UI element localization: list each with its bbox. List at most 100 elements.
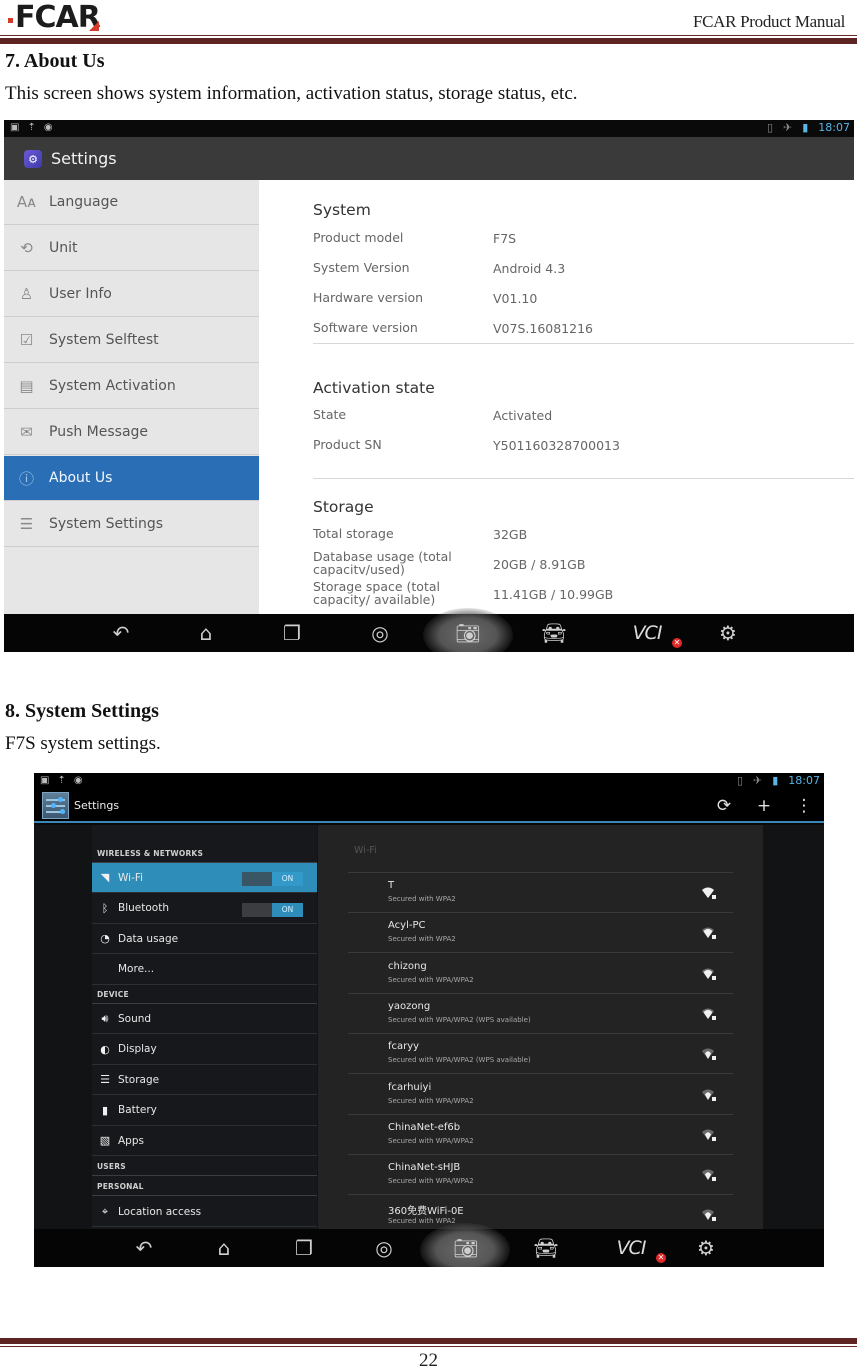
wifi-toggle[interactable]: ON (242, 872, 303, 886)
sidebar-item-label: Push Message (49, 424, 149, 440)
settings-body: WIRELESS & NETWORKS ◥ Wi-Fi ON ᛒ Bluetooth ON ◔… (34, 825, 824, 1236)
recent-apps-button[interactable]: ❐ (284, 1229, 324, 1267)
settings-item-bluetooth[interactable]: ᛒ Bluetooth ON (92, 894, 317, 924)
settings-item-location-access[interactable]: ⌖ Location access (92, 1197, 317, 1227)
sidebar-item-user-info[interactable]: ♙ User Info (4, 272, 259, 317)
airplane-icon: ✈ (783, 121, 793, 134)
settings-item-apps[interactable]: ▧ Apps (92, 1126, 317, 1156)
settings-item-label: Sound (118, 1012, 152, 1025)
home-button[interactable]: ⌂ (186, 614, 226, 652)
wifi-signal-lock-icon (702, 1129, 716, 1141)
settings-item-label: Display (118, 1043, 157, 1055)
sidebar-item-push-message[interactable]: ✉ Push Message (4, 410, 259, 455)
network-ssid: chizong (388, 960, 427, 972)
car-icon: 🚘︎ (541, 621, 567, 645)
settings-item-sound[interactable]: 🔊︎ Sound (92, 1004, 317, 1034)
vci-button[interactable]: VCI ✕ (622, 614, 682, 652)
divider (92, 1195, 317, 1196)
settings-item-label: Bluetooth (118, 902, 169, 914)
settings-gear-button[interactable]: ⚙ (686, 1229, 726, 1267)
settings-item-data-usage[interactable]: ◔ Data usage (92, 924, 317, 954)
add-icon[interactable]: + (744, 796, 784, 816)
browser-button[interactable]: ◎ (360, 614, 400, 652)
back-button[interactable]: ↶ (124, 1229, 164, 1267)
network-ssid: ChinaNet-sHJB (388, 1162, 461, 1174)
settings-item-label: Wi-Fi (118, 871, 144, 884)
recent-apps-button[interactable]: ❐ (272, 614, 312, 652)
sidebar-item-label: About Us (49, 470, 113, 486)
sidebar-item-unit[interactable]: ⟲ Unit (4, 226, 259, 271)
wifi-signal-lock-icon (702, 1008, 716, 1020)
bluetooth-toggle[interactable]: ON (242, 902, 303, 917)
section-8-heading: 8. System Settings (5, 700, 159, 722)
activation-icon: ▤ (19, 377, 34, 395)
settings-item-wi-fi[interactable]: ◥ Wi-Fi ON (92, 863, 317, 893)
network-security: Secured with WPA/WPA2 (388, 1177, 474, 1186)
airplane-icon: ✈ (753, 774, 763, 787)
settings-item-battery[interactable]: ▮ Battery (92, 1096, 317, 1126)
footer-rule-thin (0, 1346, 857, 1347)
android-icon: ◉ (73, 775, 83, 786)
settings-sidebar: Aᴀ Language ⟲ Unit ♙ User Info ☑ System Selftes… (4, 180, 259, 614)
back-button[interactable]: ↶ (101, 614, 141, 652)
category-wireless: WIRELESS & NETWORKS (97, 849, 204, 858)
sidebar-item-about-us[interactable]: ⓘ About Us (4, 456, 259, 501)
settings-item-storage[interactable]: ☰ Storage (92, 1065, 317, 1095)
sync-icon[interactable]: ⟳ (704, 796, 744, 816)
info-row: State Activated (313, 408, 854, 428)
settings-item-label: More... (118, 963, 155, 975)
settings-app-icon[interactable] (42, 792, 69, 819)
info-value: 11.41GB / 10.99GB (493, 587, 614, 602)
network-ssid: yaozong (388, 1000, 431, 1012)
info-value: 32GB (493, 527, 528, 542)
home-button[interactable]: ⌂ (204, 1229, 244, 1267)
camera-button[interactable]: 📷︎ (446, 1229, 486, 1267)
manual-title: FCAR Product Manual (692, 12, 845, 31)
upload-icon: ⇡ (27, 122, 36, 133)
vibrate-icon: ▯ (736, 774, 744, 787)
wifi-network-item[interactable]: yaozong Secured with WPA/WPA2 (WPS availa… (348, 994, 733, 1034)
network-security: Secured with WPA2 (388, 1217, 456, 1226)
settings-item-display[interactable]: ◐ Display (92, 1035, 317, 1065)
storage-section-title: Storage (313, 498, 374, 516)
app-bar: ⚙ Settings (4, 137, 854, 180)
info-row: Storage space (total capacity/ available… (313, 580, 854, 607)
sidebar-item-label: User Info (49, 286, 112, 302)
network-security: Secured with WPA/WPA2 (WPS available) (388, 1015, 531, 1024)
sidebar-item-language[interactable]: Aᴀ Language (4, 180, 259, 225)
divider (92, 1175, 317, 1176)
info-row: Total storage 32GB (313, 527, 854, 547)
sliders-icon: ☰ (19, 515, 34, 533)
wifi-network-item[interactable]: fcarhuiyi Secured with WPA/WPA2 (348, 1075, 733, 1115)
wifi-network-item[interactable]: T Secured with WPA2 (348, 873, 733, 913)
settings-gear-icon: ⚙ (719, 621, 737, 645)
data-usage-icon: ◔ (100, 932, 110, 945)
wifi-network-item[interactable]: ChinaNet-ef6b Secured with WPA/WPA2 (348, 1115, 733, 1155)
sidebar-item-system-selftest[interactable]: ☑ System Selftest (4, 318, 259, 363)
settings-gear-button[interactable]: ⚙ (708, 614, 748, 652)
bluetooth-icon: ᛒ (101, 901, 109, 915)
back-icon: ↶ (112, 621, 130, 645)
network-security: Secured with WPA/WPA2 (388, 975, 474, 984)
camera-button[interactable]: 📷︎ (448, 614, 488, 652)
camera-icon: 📷︎ (455, 621, 481, 645)
sound-icon: 🔊︎ (101, 1011, 109, 1025)
car-button[interactable]: 🚘︎ (534, 614, 574, 652)
wifi-network-item[interactable]: Acyl-PC Secured with WPA2 (348, 913, 733, 954)
wifi-network-item[interactable]: fcaryy Secured with WPA/WPA2 (WPS availab… (348, 1034, 733, 1075)
car-button[interactable]: 🚘︎ (526, 1229, 566, 1267)
vci-button[interactable]: VCI ✕ (606, 1229, 666, 1267)
network-ssid: 360免费WiFi-0E (388, 1206, 464, 1218)
sidebar-item-system-settings[interactable]: ☰ System Settings (4, 502, 259, 547)
browser-button[interactable]: ◎ (364, 1229, 404, 1267)
settings-item-label: Location access (118, 1205, 202, 1218)
settings-item-more[interactable]: More... (92, 955, 317, 985)
overflow-menu-icon[interactable]: ⋮ (784, 796, 824, 816)
wifi-network-item[interactable]: ChinaNet-sHJB Secured with WPA/WPA2 (348, 1155, 733, 1196)
system-section-title: System (313, 201, 371, 219)
category-personal: PERSONAL (97, 1182, 144, 1191)
wifi-network-item[interactable]: chizong Secured with WPA/WPA2 (348, 954, 733, 994)
category-users: USERS (97, 1162, 126, 1171)
sidebar-item-system-activation[interactable]: ▤ System Activation (4, 364, 259, 409)
info-row: Product SN Y501160328700013 (313, 438, 854, 458)
